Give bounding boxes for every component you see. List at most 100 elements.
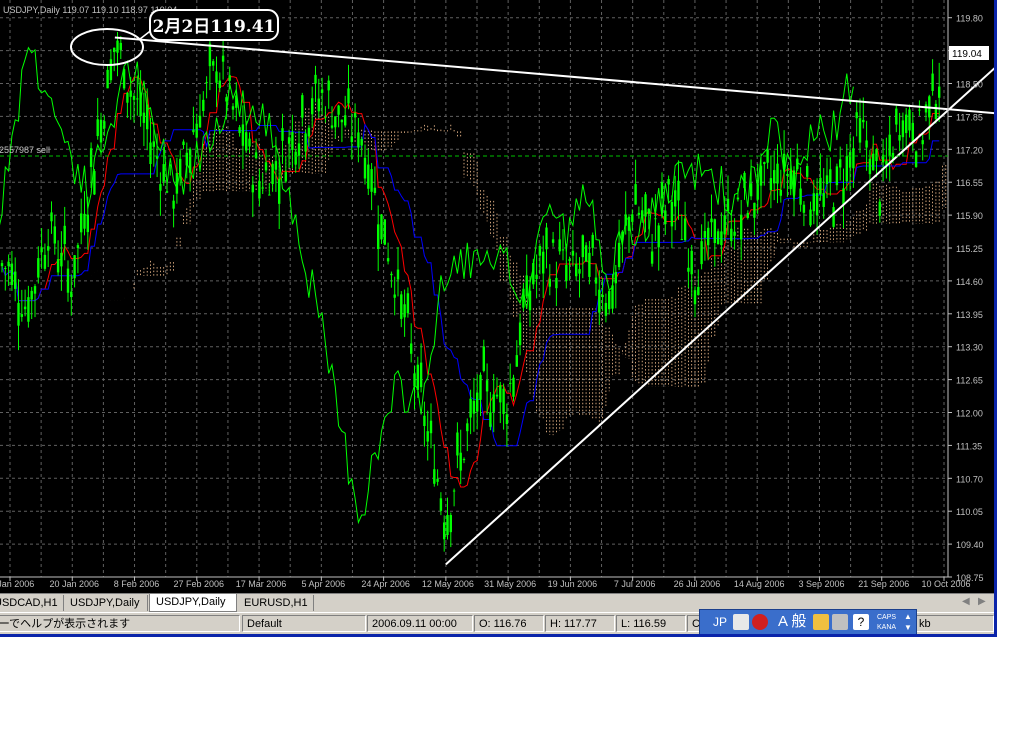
candle-body [50, 212, 53, 222]
candle-body [202, 99, 205, 112]
candle-body [377, 224, 380, 250]
candle-body [149, 142, 152, 165]
tab-usdjpy-daily-active[interactable]: USDJPY,Daily [149, 594, 237, 612]
tab-eurusd-h1[interactable]: EURUSD,H1 [238, 595, 314, 611]
candle-body [809, 209, 812, 226]
candle-body [931, 73, 934, 91]
candle-body [225, 97, 228, 102]
candle-body [756, 184, 759, 200]
status-open: O: 116.76 [474, 615, 544, 632]
candle-body [456, 432, 459, 456]
candle-body [822, 192, 825, 207]
candle-body [297, 143, 301, 156]
candle-body [769, 178, 773, 191]
ime-pad-icon[interactable] [752, 614, 768, 630]
candle-body [561, 249, 565, 251]
ime-tool-icon[interactable] [832, 614, 848, 630]
candle-body [776, 163, 779, 184]
candle-body [330, 125, 334, 128]
ime-caps: CAPS [877, 614, 897, 621]
candle-body [512, 377, 515, 397]
candle-body [129, 90, 132, 97]
candle-body [466, 423, 469, 432]
candle-body [621, 231, 624, 241]
keyboard-icon[interactable] [733, 614, 749, 630]
chart-area[interactable]: 119.80119.15118.50117.85117.20116.55115.… [0, 0, 994, 595]
candle-body [96, 119, 99, 137]
candle-body [70, 291, 73, 298]
ime-help-icon[interactable]: ? [853, 614, 869, 630]
candle-body [545, 227, 548, 250]
candle-body [532, 263, 535, 285]
candle-body [386, 258, 390, 262]
candle-body [710, 218, 713, 223]
candle-body [832, 207, 835, 227]
candle-body [357, 132, 360, 148]
tab-scroll-right-icon[interactable]: ▶ [978, 596, 986, 607]
ime-toolbar[interactable]: JP A 般 ? CAPS KANA ▲ ▼ [699, 609, 917, 635]
candle-body [614, 271, 617, 284]
candle-body [558, 239, 561, 252]
ime-kana: KANA [877, 624, 897, 631]
tab-scroll-left-icon[interactable]: ◀ [962, 596, 970, 607]
candle-body [307, 127, 311, 137]
status-profile: Default [242, 615, 366, 632]
candle-body [146, 104, 149, 130]
chikou-span-line [0, 46, 854, 525]
candle-body [169, 164, 172, 166]
candle-body [601, 294, 604, 298]
candle-body [452, 490, 456, 492]
ime-expand-icon[interactable]: ▼ [904, 624, 912, 632]
candle-body [654, 218, 657, 220]
ime-collapse-icon[interactable]: ▲ [904, 613, 912, 621]
candle-body [462, 459, 466, 461]
ime-dictionary-icon[interactable] [813, 614, 829, 630]
candle-body [901, 120, 905, 138]
tab-usdjpy-daily-1[interactable]: USDJPY,Daily [64, 595, 148, 611]
x-tick-label: 21 Sep 2006 [858, 579, 909, 589]
candle-body [518, 322, 522, 346]
x-tick-label: 12 May 2006 [422, 579, 474, 589]
candle-body [479, 374, 482, 400]
ime-input-mode[interactable]: A 般 [778, 613, 806, 631]
candle-body [311, 98, 314, 115]
candle-body [759, 165, 763, 186]
candle-body [53, 226, 56, 244]
candle-body [20, 314, 23, 317]
candle-body [413, 373, 416, 387]
candle-body [515, 355, 518, 367]
candle-body [650, 251, 654, 264]
candle-body [43, 254, 47, 269]
candle-body [799, 188, 802, 205]
candle-body [370, 169, 373, 192]
candle-body [918, 109, 921, 111]
candle-body [195, 123, 198, 138]
candle-body [499, 385, 502, 403]
candle-body [235, 95, 238, 108]
y-tick-label: 112.65 [956, 376, 983, 386]
candle-body [525, 275, 528, 297]
candle-body [740, 214, 743, 240]
price-chart[interactable]: 119.80119.15118.50117.85117.20116.55115.… [0, 0, 994, 595]
candle-body [749, 183, 753, 197]
ime-language[interactable]: JP [713, 613, 727, 631]
candle-body [449, 515, 452, 533]
candle-body [568, 259, 571, 261]
annotation-text: 2月2日119.41 [153, 17, 276, 37]
window-frame [994, 0, 1024, 636]
candle-body [733, 231, 736, 236]
candle-body [416, 364, 419, 390]
candle-body [162, 164, 165, 182]
candle-body [410, 343, 413, 354]
candle-body [872, 153, 875, 171]
candle-body [578, 269, 581, 274]
tab-usdcad-h1[interactable]: USDCAD,H1 [0, 595, 64, 611]
y-tick-label: 117.85 [956, 112, 983, 122]
candle-body [674, 190, 677, 207]
candle-body [109, 59, 113, 81]
candle-body [436, 478, 439, 482]
candle-body [779, 189, 782, 196]
candle-body [294, 151, 297, 165]
candle-body [895, 108, 898, 125]
y-tick-label: 113.30 [956, 343, 983, 353]
